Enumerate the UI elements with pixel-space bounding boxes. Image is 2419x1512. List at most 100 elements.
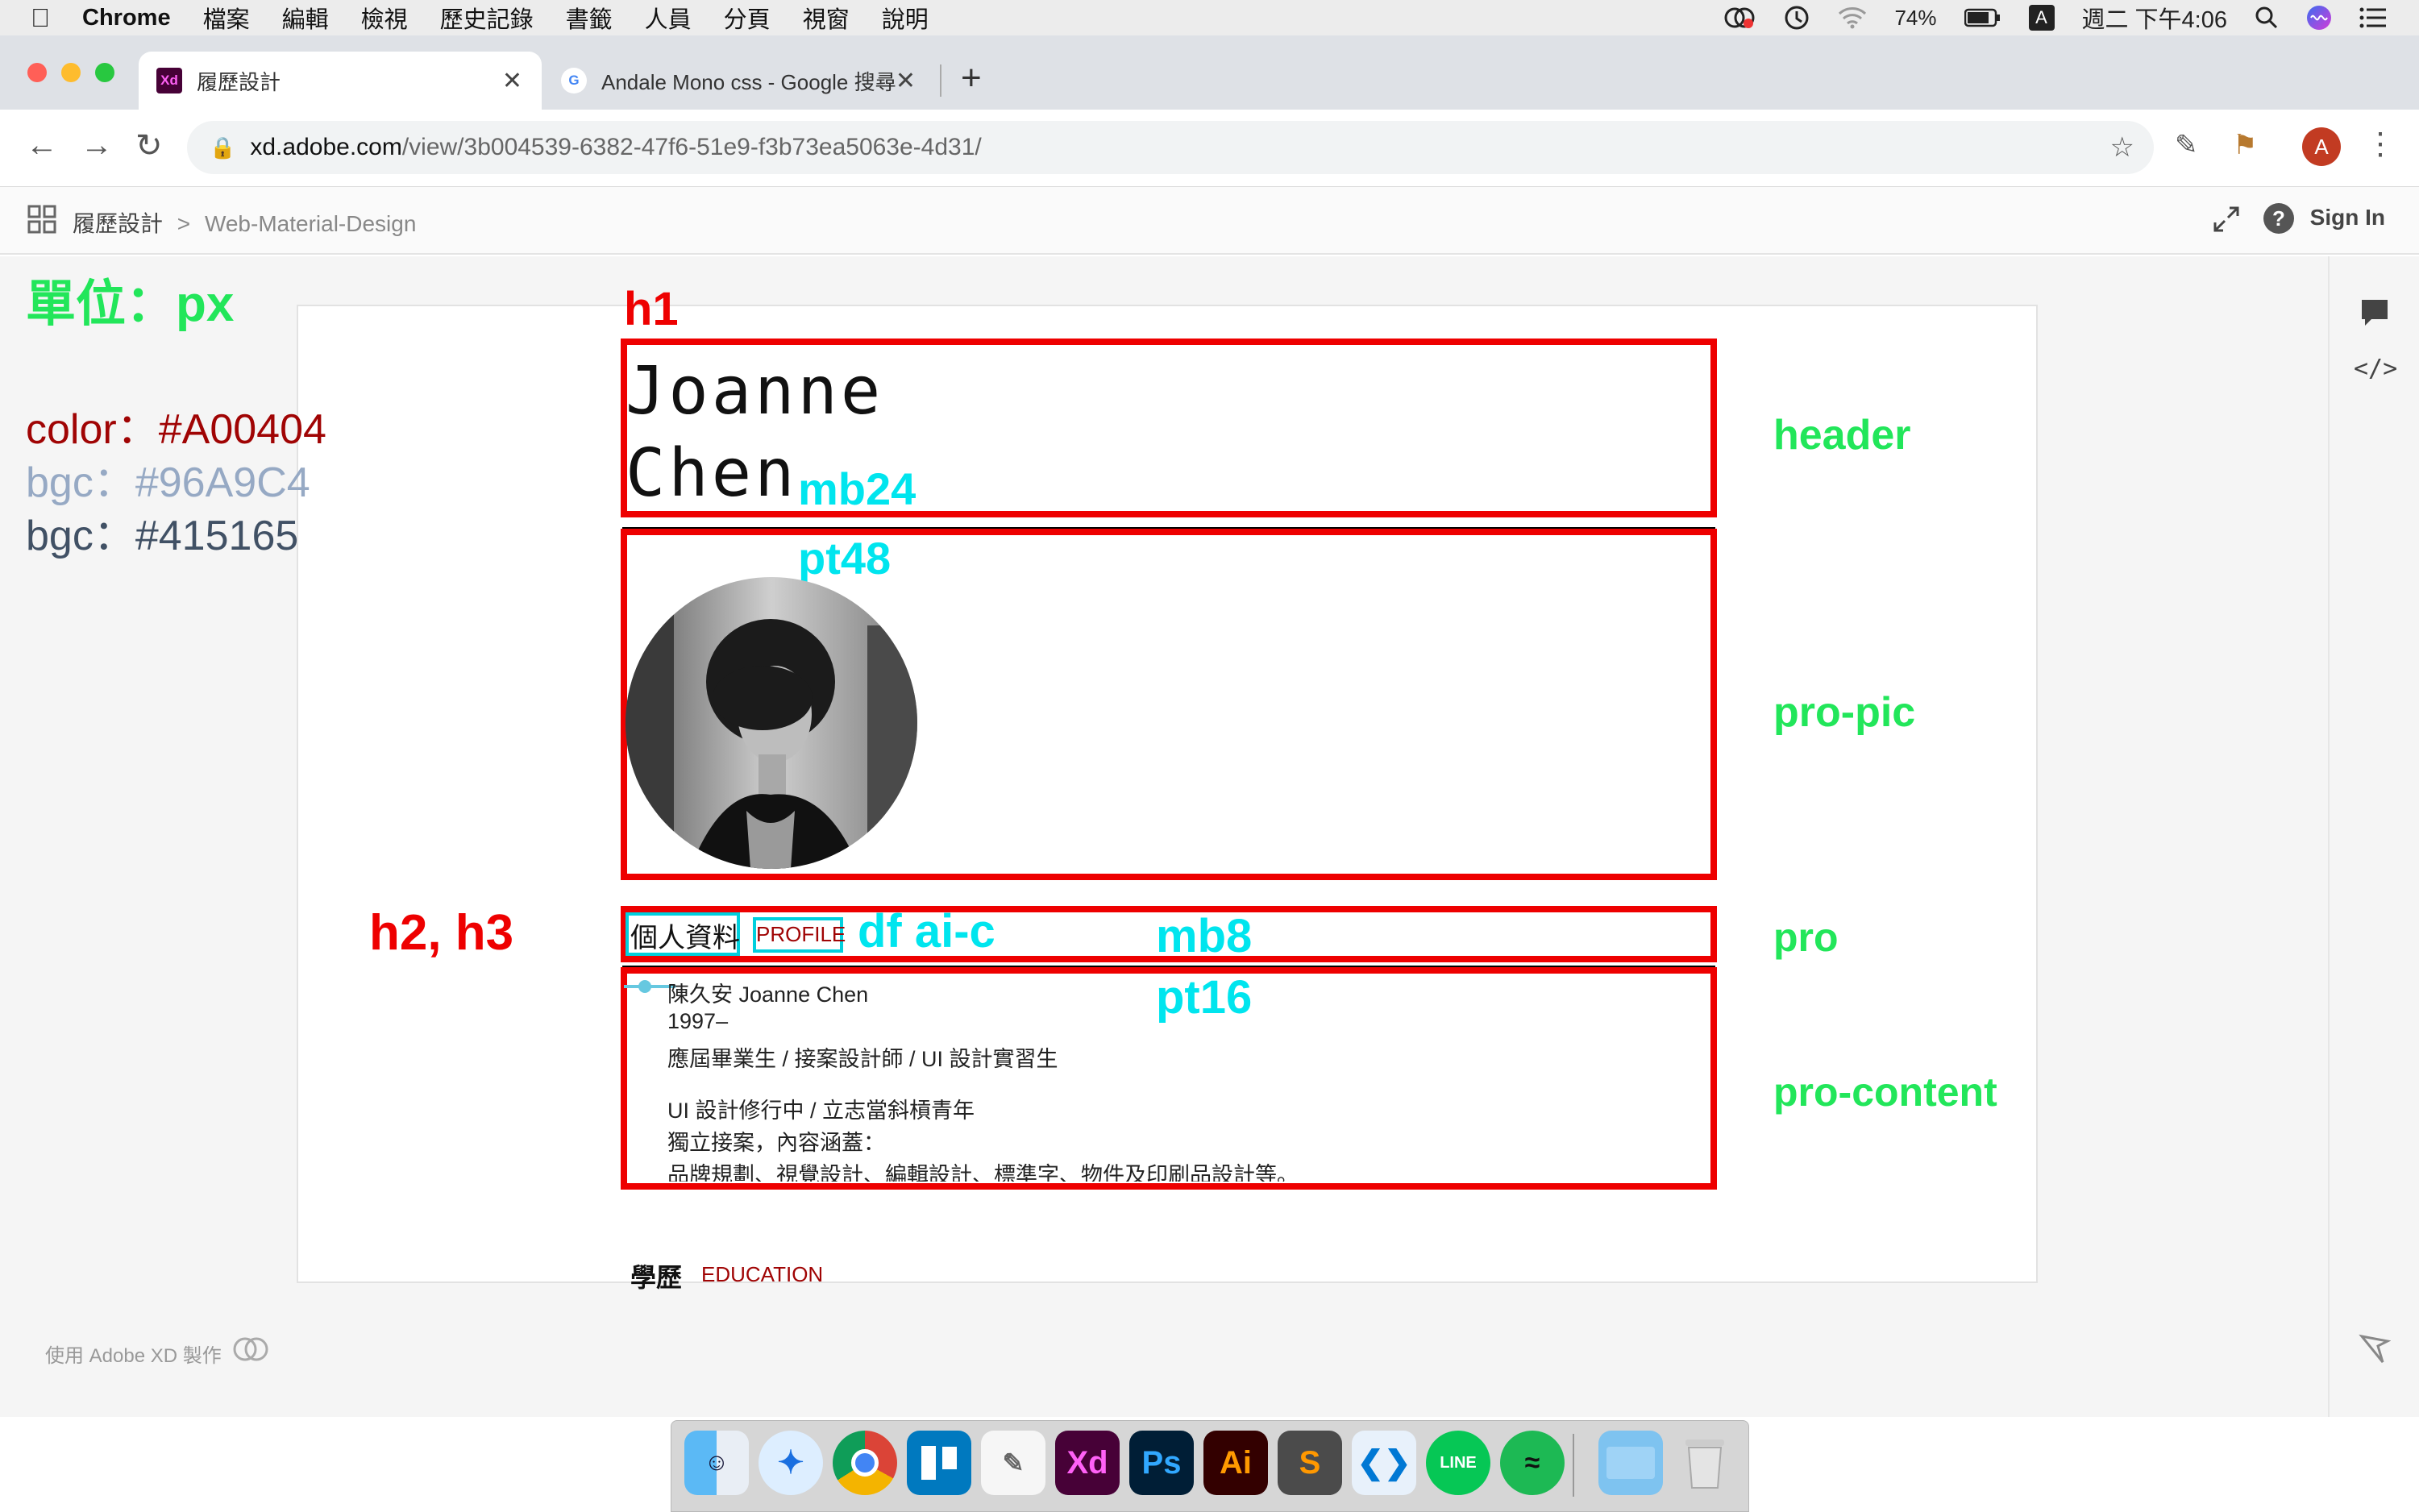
sign-in-link[interactable]: Sign In (2310, 205, 2385, 231)
battery-percent: 74% (1894, 5, 1937, 30)
tab-title: Andale Mono css - Google 搜尋 (601, 69, 896, 94)
breadcrumb-project[interactable]: 履歷設計 (73, 211, 163, 236)
new-tab-button[interactable]: + (961, 58, 982, 98)
close-icon[interactable]: ✕ (502, 67, 522, 95)
tab-title: 履歷設計 (197, 69, 281, 94)
macos-menubar:  Chrome 檔案 編輯 檢視 歷史記錄 書籤 人員 分頁 視窗 說明 74… (0, 0, 2419, 35)
tab-resume-design[interactable]: Xd 履歷設計 ✕ (139, 52, 542, 110)
h1-label: h1 (624, 283, 679, 335)
color-note: color：#A00404 (26, 406, 326, 453)
profile-line-services: 品牌規劃、視覺設計、編輯設計、標準字、物件及印刷品設計等。 (667, 1163, 1299, 1182)
tab-divider (940, 64, 941, 97)
address-bar[interactable]: 🔒 xd.adobe.com /view/3b004539-6382-47f6-… (187, 121, 2154, 174)
tab-google-search[interactable]: G Andale Mono css - Google 搜尋 ✕ (548, 52, 935, 110)
name-line-1: Joanne (626, 353, 884, 430)
profile-avatar[interactable]: A (2302, 127, 2341, 166)
reload-icon[interactable]: ↻ (135, 127, 163, 164)
menu-bookmarks[interactable]: 書籤 (566, 1, 613, 35)
menu-help[interactable]: 說明 (882, 1, 929, 35)
menu-edit[interactable]: 編輯 (282, 1, 329, 35)
creative-cloud-icon[interactable] (1723, 6, 1756, 30)
extension-icon[interactable]: ⚑ (2233, 129, 2257, 161)
profile-line-freelance: 獨立接案，內容涵蓋： (667, 1131, 885, 1155)
url-path: /view/3b004539-6382-47f6-51e9-f3b73ea506… (401, 134, 982, 160)
pro-label: pro (1773, 915, 1839, 960)
window-zoom-button[interactable] (95, 63, 114, 82)
menubar-clock[interactable]: 週二 下午4:06 (2082, 1, 2228, 35)
xd-viewer-header: 履歷設計 > Web-Material-Design ? Sign In (0, 187, 2419, 255)
apple-icon[interactable]:  (31, 3, 50, 33)
trello-icon[interactable] (907, 1431, 971, 1495)
breadcrumb-separator: > (177, 211, 191, 236)
photoshop-icon[interactable]: Ps (1129, 1431, 1194, 1495)
menu-window[interactable]: 視窗 (803, 1, 850, 35)
menu-tab[interactable]: 分頁 (724, 1, 771, 35)
notification-center-icon[interactable] (2359, 7, 2387, 28)
bgc-light-note: bgc：#96A9C4 (26, 459, 310, 506)
close-icon[interactable]: ✕ (896, 67, 916, 95)
trash-icon[interactable] (1673, 1431, 1737, 1495)
sublime-text-icon[interactable]: S (1278, 1431, 1342, 1495)
education-title: 學歷 (630, 1263, 683, 1292)
spacing-guide-dot (638, 980, 651, 993)
df-aic-label: df ai-c (858, 905, 995, 957)
help-icon[interactable]: ? (2263, 203, 2294, 234)
bgc-dark-note: bgc：#415165 (26, 513, 299, 559)
pro-pic-label: pro-pic (1773, 689, 1916, 736)
name-line-2: Chen (626, 435, 798, 512)
section-title-en: PROFILE (756, 922, 846, 946)
breadcrumb-page: Web-Material-Design (204, 211, 417, 236)
profile-line-role: 應屆畢業生 / 接案設計師 / UI 設計實習生 (667, 1047, 1058, 1071)
feedback-flag-icon[interactable] (2359, 1333, 2392, 1369)
vscode-icon[interactable]: ❮❯ (1352, 1431, 1416, 1495)
input-method-label: A (2035, 7, 2047, 27)
chrome-icon[interactable] (833, 1431, 897, 1495)
menu-file[interactable]: 檔案 (203, 1, 250, 35)
eyedropper-extension-icon[interactable]: ✎ (2175, 129, 2198, 161)
browser-tab-bar: Xd 履歷設計 ✕ G Andale Mono css - Google 搜尋 … (0, 35, 2419, 110)
menu-view[interactable]: 檢視 (361, 1, 408, 35)
code-view-icon[interactable]: </> (2354, 355, 2397, 383)
wifi-icon[interactable] (1838, 6, 1867, 29)
window-close-button[interactable] (27, 63, 47, 82)
textedit-icon[interactable]: ✎ (981, 1431, 1045, 1495)
menu-people[interactable]: 人員 (645, 1, 692, 35)
dock-divider (1573, 1434, 1574, 1497)
bookmark-star-icon[interactable]: ☆ (2110, 131, 2134, 164)
google-favicon-icon: G (561, 68, 587, 93)
browser-toolbar: ← → ↻ 🔒 xd.adobe.com /view/3b004539-6382… (0, 110, 2419, 187)
menu-app-name[interactable]: Chrome (82, 5, 171, 31)
line-icon[interactable]: LINE (1426, 1431, 1490, 1495)
safari-icon[interactable]: ✦ (759, 1431, 823, 1495)
input-method-icon[interactable]: A (2028, 5, 2055, 31)
back-arrow-icon[interactable]: ← (26, 127, 58, 164)
viewer-right-rail: </> (2328, 256, 2419, 1417)
more-menu-icon[interactable]: ⋮ (2365, 126, 2396, 162)
url-host: xd.adobe.com (250, 134, 402, 160)
profile-initial: A (2314, 134, 2329, 159)
battery-icon[interactable] (1964, 8, 2001, 27)
pt16-label: pt16 (1156, 971, 1253, 1024)
grid-icon[interactable] (27, 205, 56, 238)
illustrator-icon[interactable]: Ai (1203, 1431, 1268, 1495)
spotlight-search-icon[interactable] (2255, 6, 2279, 30)
fullscreen-icon[interactable] (2210, 203, 2242, 239)
profile-line-name: 陳久安 Joanne Chen (667, 982, 869, 1007)
siri-icon[interactable] (2306, 5, 2332, 31)
adobe-xd-icon[interactable]: Xd (1055, 1431, 1120, 1495)
finder-icon[interactable]: ☺ (684, 1431, 749, 1495)
menu-history[interactable]: 歷史記錄 (440, 1, 534, 35)
window-minimize-button[interactable] (61, 63, 81, 82)
time-machine-icon[interactable] (1783, 4, 1810, 31)
comment-icon[interactable] (2359, 297, 2391, 333)
profile-line-motto: UI 設計修行中 / 立志當斜槓青年 (667, 1099, 975, 1123)
mb24-label: mb24 (798, 463, 916, 514)
profile-photo (626, 577, 917, 873)
folder-icon[interactable] (1598, 1431, 1663, 1495)
macos-dock: ☺ ✦ ✎ Xd Ps Ai S ❮❯ LINE ≈ (671, 1420, 1749, 1512)
xd-favicon-icon: Xd (156, 68, 182, 93)
forward-arrow-icon[interactable]: → (81, 127, 113, 164)
made-with-xd-note: 使用 Adobe XD 製作 (45, 1345, 222, 1367)
spotify-icon[interactable]: ≈ (1500, 1431, 1565, 1495)
education-title-en: EDUCATION (701, 1262, 824, 1286)
